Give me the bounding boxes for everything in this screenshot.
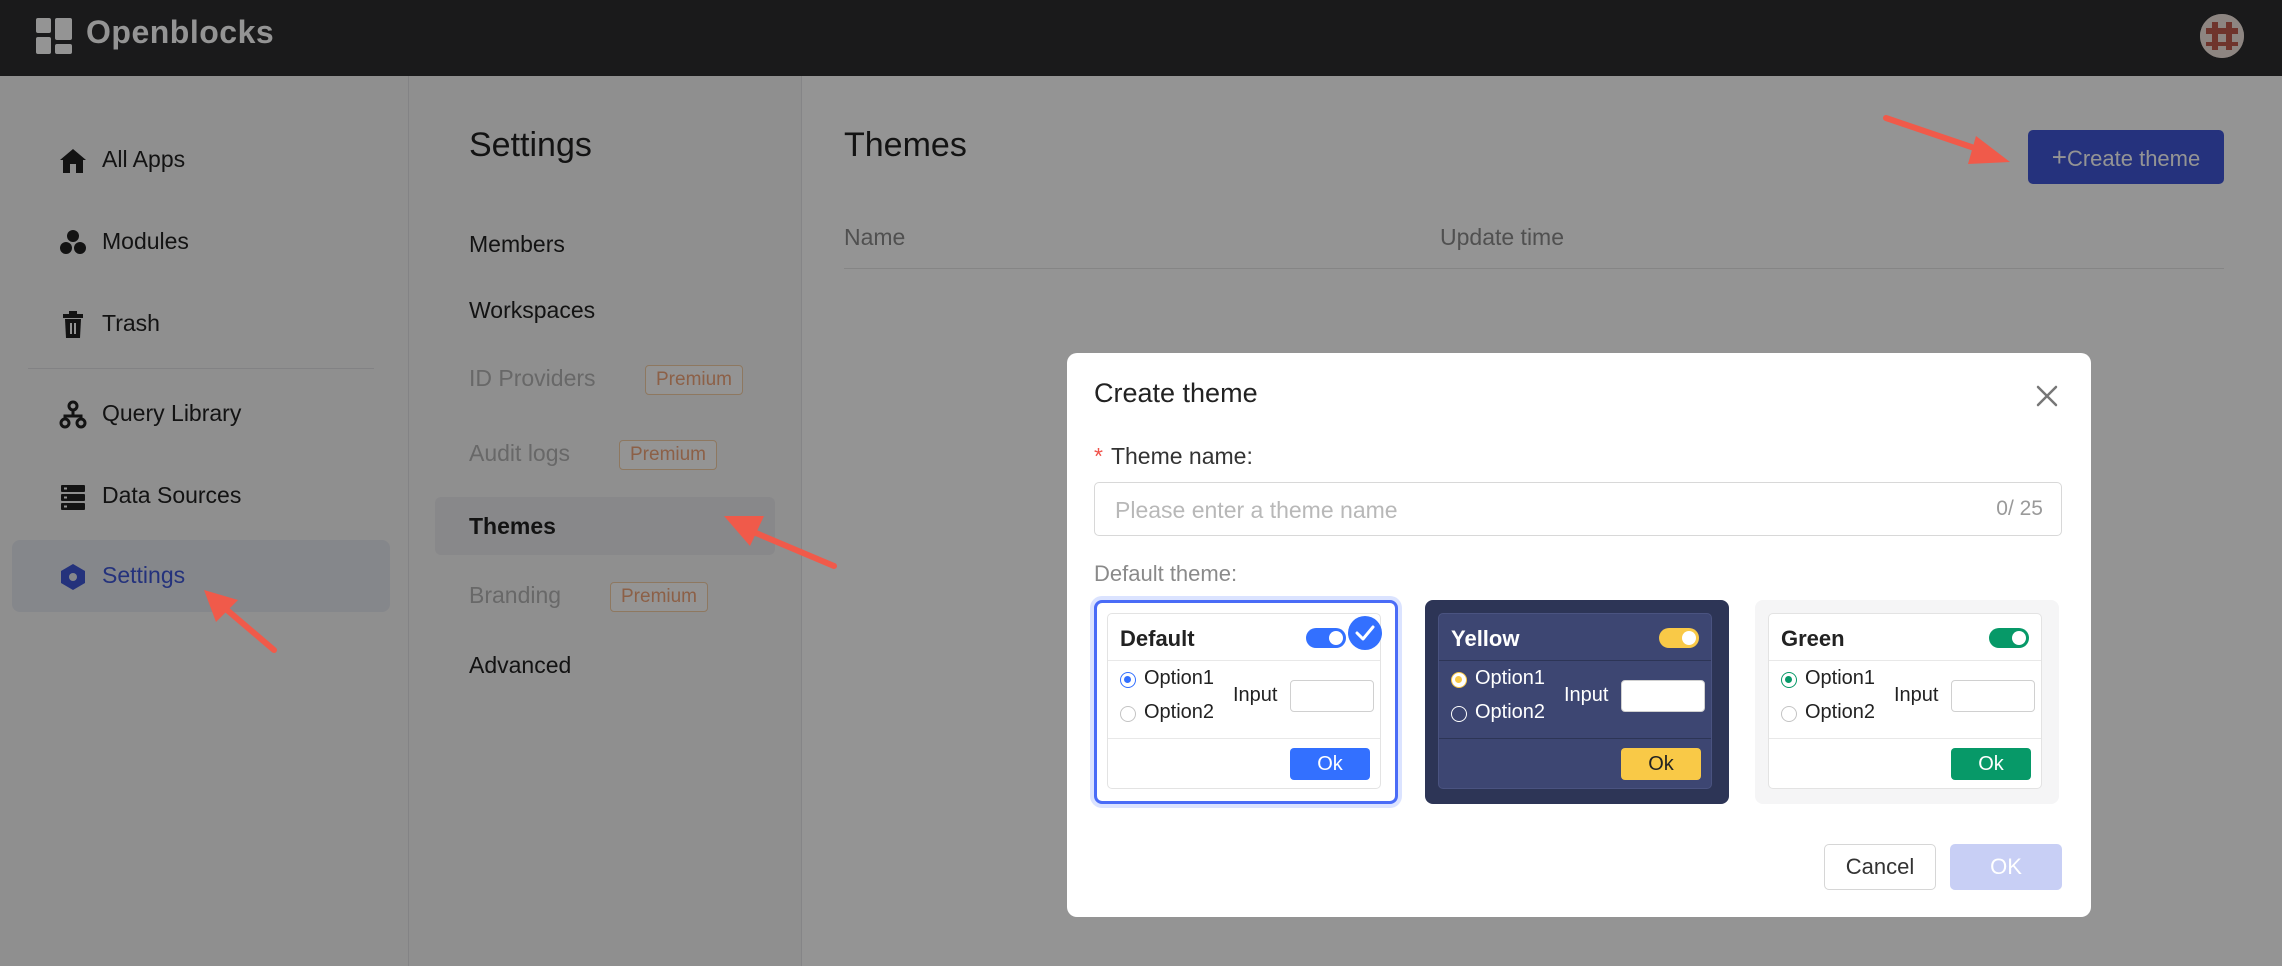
theme-name-label-text: Theme name: [1110,443,1253,469]
radio-option1-preview [1451,672,1467,688]
modal-title: Create theme [1094,378,1258,408]
theme-option-green[interactable]: Green Option1 Option2 Input Ok [1755,600,2059,804]
option2-label: Option2 [1144,701,1215,723]
ok-button-preview: Ok [1621,748,1701,780]
theme-option-yellow[interactable]: Yellow Option1 Option2 Input Ok [1425,600,1729,804]
preview-divider [1769,738,2041,739]
theme-option-default[interactable]: Default Option1 Option2 Input Ok [1094,600,1398,804]
annotation-arrow-icon [1883,115,2010,164]
cancel-button[interactable]: Cancel [1824,844,1936,890]
theme-name: Default [1120,626,1195,651]
annotation-arrow-icon [724,516,837,569]
annotation-arrow-icon [204,590,277,653]
input-label: Input [1894,684,1939,706]
radio-option2-preview [1781,706,1797,722]
theme-name-placeholder: Please enter a theme name [1115,497,1398,523]
preview-divider [1108,660,1380,661]
character-counter: 0/ 25 [1996,497,2043,520]
create-theme-modal: Create theme * Theme name: Please enter a… [1067,353,2091,917]
option2-label: Option2 [1805,701,1876,723]
radio-option2-preview [1451,706,1467,722]
input-preview [1621,680,1705,712]
radio-option1-preview [1120,672,1136,688]
theme-name-input[interactable]: Please enter a theme name 0/ 25 [1094,482,2062,536]
radio-option1-preview [1781,672,1797,688]
preview-divider [1439,660,1711,661]
toggle-switch-preview [1989,628,2029,648]
radio-option2-preview [1120,706,1136,722]
theme-preview: Yellow Option1 Option2 Input Ok [1438,613,1712,789]
preview-divider [1108,738,1380,739]
ok-button-preview: Ok [1951,748,2031,780]
ok-button[interactable]: OK [1950,844,2062,890]
default-theme-label: Default theme: [1094,561,1238,586]
theme-preview: Green Option1 Option2 Input Ok [1768,613,2042,789]
option1-label: Option1 [1144,667,1215,689]
option2-label: Option2 [1475,701,1546,723]
input-preview [1951,680,2035,712]
theme-name: Green [1781,626,1845,651]
required-asterisk: * [1094,443,1103,469]
option1-label: Option1 [1475,667,1546,689]
theme-preview: Default Option1 Option2 Input Ok [1107,613,1381,789]
input-preview [1290,680,1374,712]
theme-name-label: * Theme name: [1094,443,1253,470]
preview-divider [1439,738,1711,739]
toggle-switch-preview [1306,628,1346,648]
option1-label: Option1 [1805,667,1876,689]
ok-button-preview: Ok [1290,748,1370,780]
selected-check-icon [1348,616,1382,650]
input-label: Input [1564,684,1609,706]
input-label: Input [1233,684,1278,706]
theme-name: Yellow [1451,626,1520,651]
toggle-switch-preview [1659,628,1699,648]
preview-divider [1769,660,2041,661]
close-icon[interactable] [2030,379,2064,413]
